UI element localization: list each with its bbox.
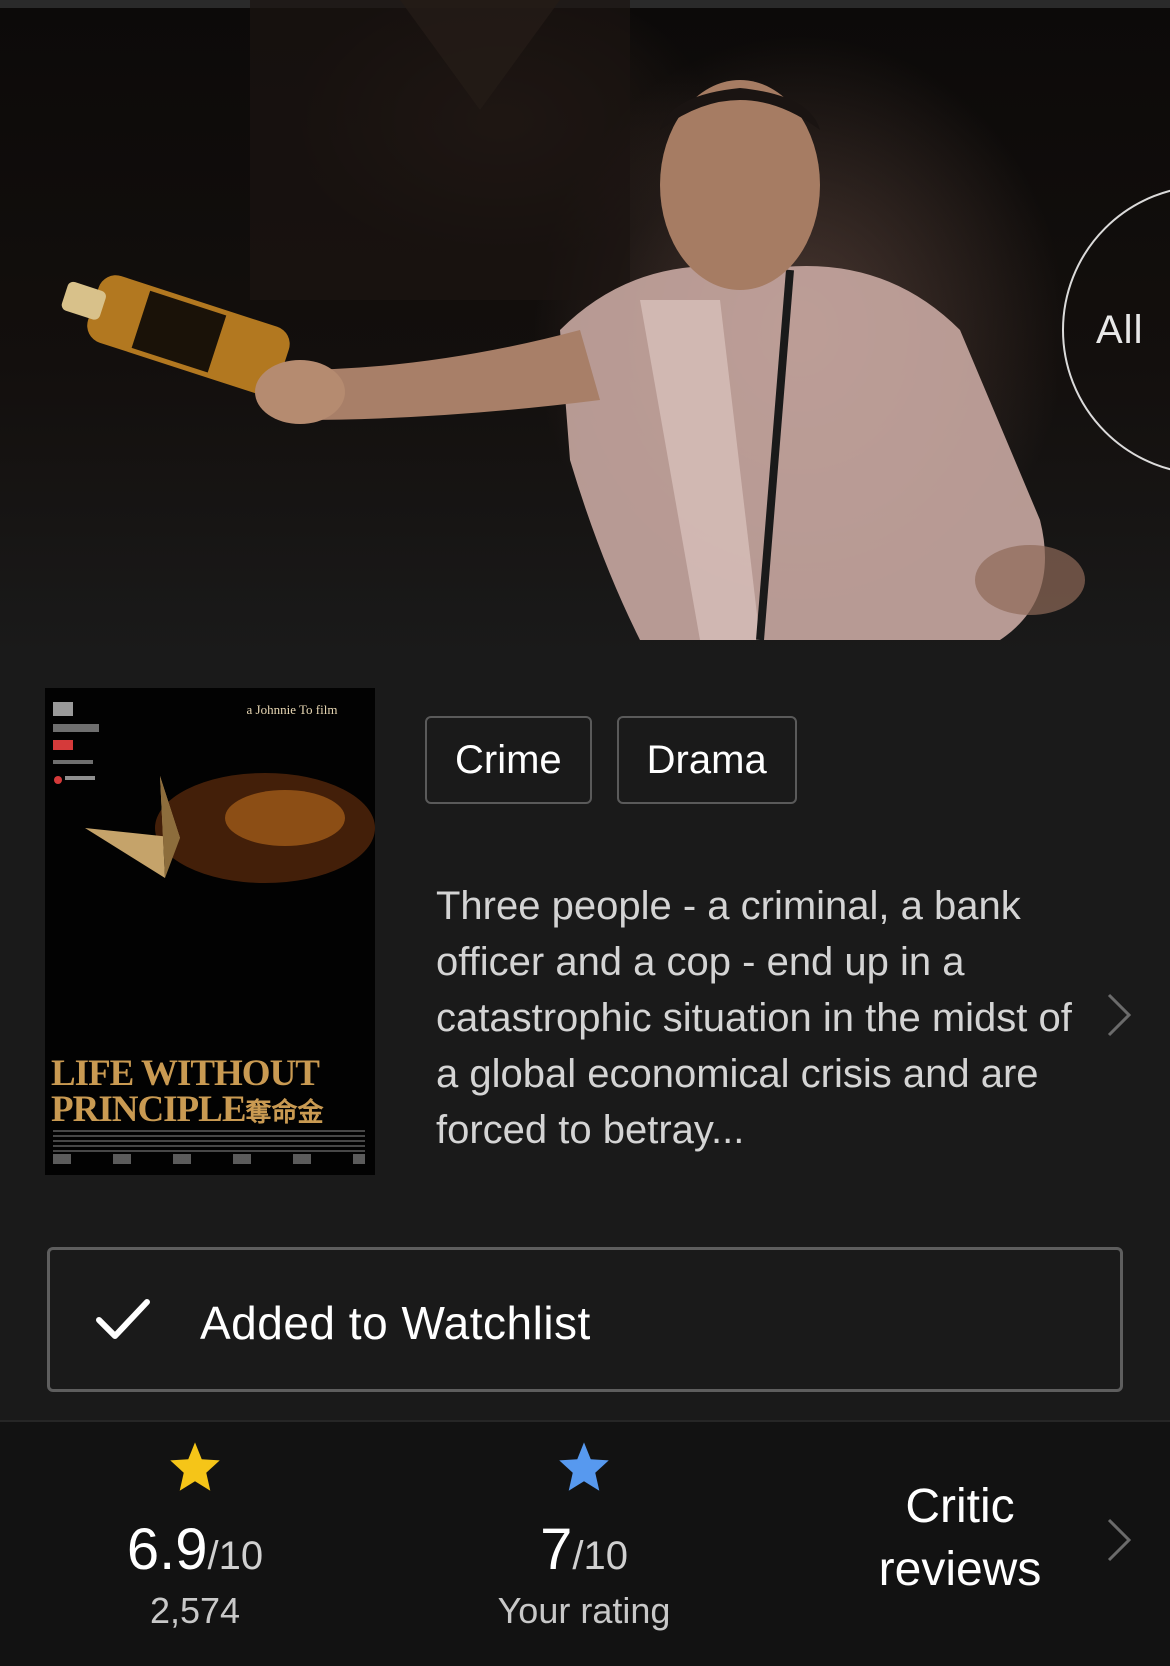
movie-poster[interactable]: a Johnnie To film LIFE WITHOUT PRINCIPLE…: [45, 688, 375, 1175]
poster-credit: a Johnnie To film: [246, 702, 338, 717]
user-score-max: /10: [572, 1534, 628, 1578]
poster-title-line1: LIFE WITHOUT: [51, 1053, 320, 1094]
critic-reviews-link[interactable]: Critic reviews: [860, 1475, 1060, 1601]
checkmark-icon: [96, 1299, 150, 1339]
hero-photo: [61, 0, 1085, 641]
poster-title-line2: PRINCIPLE: [51, 1089, 247, 1130]
star-icon: [559, 1442, 609, 1491]
poster-footer-logos: [53, 1154, 365, 1164]
genre-tag-crime[interactable]: Crime: [425, 716, 592, 804]
chevron-right-icon[interactable]: [1103, 990, 1133, 1040]
star-icon: [170, 1442, 220, 1491]
chevron-right-icon[interactable]: [1103, 1515, 1133, 1565]
watchlist-label: Added to Watchlist: [200, 1297, 591, 1349]
imdb-rating[interactable]: 6.9/10 2,574: [100, 1440, 290, 1640]
plot-summary[interactable]: Three people - a criminal, a bank office…: [436, 878, 1076, 1158]
poster-title: LIFE WITHOUT PRINCIPLE奪命金: [51, 1053, 371, 1131]
user-rating[interactable]: 7/10 Your rating: [484, 1440, 684, 1640]
user-score: 7: [540, 1517, 573, 1582]
genre-tag-drama[interactable]: Drama: [616, 716, 797, 804]
gallery-all-label[interactable]: All: [1096, 308, 1143, 353]
genre-tags: Crime Drama: [425, 716, 797, 804]
imdb-score-max: /10: [207, 1534, 264, 1578]
poster-fine-print: [53, 1130, 365, 1152]
poster-artwork: [85, 773, 375, 883]
watchlist-button[interactable]: Added to Watchlist: [47, 1247, 1123, 1392]
hero-image[interactable]: All: [0, 0, 1170, 660]
imdb-score: 6.9: [126, 1517, 208, 1582]
critic-label-line2: reviews: [878, 1543, 1042, 1596]
imdb-vote-count: 2,574: [149, 1590, 241, 1631]
critic-label-line1: Critic: [905, 1480, 1015, 1533]
user-rating-label: Your rating: [497, 1590, 671, 1631]
poster-title-cn: 奪命金: [245, 1098, 324, 1127]
